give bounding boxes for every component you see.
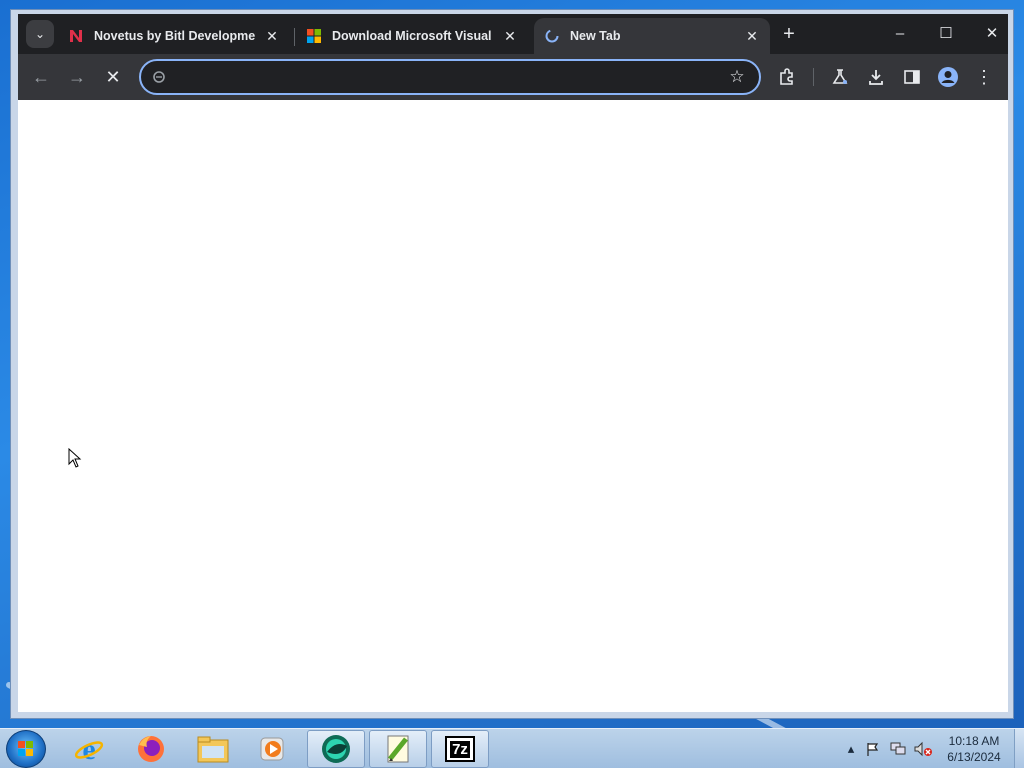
- side-panel-button[interactable]: [901, 66, 923, 88]
- bookmark-star-icon[interactable]: ☆: [727, 67, 747, 87]
- side-panel-icon: [904, 70, 920, 84]
- menu-button[interactable]: ⋮: [973, 66, 995, 88]
- new-tab-button[interactable]: +: [778, 24, 800, 44]
- notepad-plus-plus-icon: [387, 735, 409, 763]
- arrow-left-icon: ←: [32, 67, 50, 87]
- flask-icon: [832, 69, 848, 84]
- taskbar-windows-explorer[interactable]: [184, 730, 242, 768]
- 7zip-icon: 7z: [445, 736, 475, 762]
- show-desktop-button[interactable]: [1014, 729, 1024, 768]
- 7zip-label: 7z: [450, 740, 470, 758]
- minimize-button[interactable]: –: [880, 20, 920, 48]
- close-tab-icon[interactable]: ✕: [744, 28, 760, 45]
- taskbar-chrome-app[interactable]: [307, 730, 365, 768]
- taskbar-7zip[interactable]: 7z: [431, 730, 489, 768]
- firefox-icon: [138, 736, 164, 762]
- page-content[interactable]: [18, 100, 1008, 712]
- browser-toolbar: ← → ✕ ☆ ⋮: [18, 54, 1008, 100]
- chevron-down-icon: ⌄: [34, 27, 46, 41]
- close-window-button[interactable]: ✕: [972, 20, 1012, 48]
- tab-strip: ⌄ Novetus by Bitl Development ✕ Download…: [18, 14, 1008, 54]
- tab-separator: [294, 28, 295, 46]
- address-input[interactable]: [175, 67, 715, 87]
- system-clock[interactable]: 10:18 AM 6/13/2024: [938, 733, 1010, 765]
- browser-window: ⌄ Novetus by Bitl Development ✕ Download…: [10, 9, 1014, 719]
- maximize-button[interactable]: ☐: [926, 20, 966, 48]
- svg-text:e: e: [82, 733, 95, 765]
- downloads-button[interactable]: [865, 66, 887, 88]
- forward-button[interactable]: →: [64, 64, 90, 90]
- page-icon: [153, 71, 165, 83]
- taskbar: e 7z ▴ 10:18 AM 6/13/2024: [0, 728, 1024, 768]
- folder-icon: [197, 736, 229, 763]
- puzzle-icon: [780, 68, 793, 85]
- close-tab-icon[interactable]: ✕: [264, 28, 280, 45]
- app-globe-icon: [322, 735, 350, 763]
- more-vertical-icon: ⋮: [975, 67, 993, 87]
- tab-title: Novetus by Bitl Development: [94, 29, 256, 43]
- close-icon: ✕: [105, 67, 121, 87]
- novetus-n-icon: [68, 28, 84, 44]
- network-icon[interactable]: [888, 737, 908, 761]
- volume-muted-icon[interactable]: [912, 737, 934, 761]
- media-player-icon: [260, 737, 284, 761]
- tab-title: New Tab: [570, 29, 621, 43]
- microsoft-logo-icon: [306, 28, 322, 44]
- taskbar-notepad-plus-plus[interactable]: [369, 730, 427, 768]
- back-button[interactable]: ←: [28, 64, 54, 90]
- tab-msvc[interactable]: Download Microsoft Visual C++ ✕: [296, 18, 528, 54]
- loading-spinner-icon: [544, 28, 560, 44]
- show-hidden-icons-button[interactable]: ▴: [844, 737, 858, 761]
- start-button[interactable]: [6, 730, 46, 768]
- browser-chrome: ⌄ Novetus by Bitl Development ✕ Download…: [18, 14, 1008, 100]
- tab-novetus[interactable]: Novetus by Bitl Development ✕: [58, 18, 290, 54]
- tab-search-button[interactable]: ⌄: [26, 20, 54, 48]
- clock-date: 6/13/2024: [947, 750, 1001, 764]
- avatar-icon: [938, 67, 958, 87]
- profile-button[interactable]: [937, 66, 959, 88]
- action-center-flag-icon[interactable]: [864, 737, 882, 761]
- tab-title: Download Microsoft Visual C++: [332, 29, 494, 43]
- taskbar-windows-media-player[interactable]: [244, 730, 302, 768]
- arrow-right-icon: →: [68, 67, 86, 87]
- toolbar-separator: [813, 68, 814, 86]
- labs-button[interactable]: [829, 66, 851, 88]
- windows-logo-icon: [18, 741, 33, 756]
- taskbar-firefox[interactable]: [122, 730, 180, 768]
- tab-new-tab[interactable]: New Tab ✕: [534, 18, 770, 54]
- address-bar[interactable]: ☆: [139, 59, 761, 95]
- mouse-cursor-icon: [68, 448, 82, 468]
- stop-loading-button[interactable]: ✕: [100, 64, 126, 90]
- extensions-button[interactable]: [776, 66, 798, 88]
- taskbar-internet-explorer[interactable]: e: [60, 730, 118, 768]
- download-icon: [869, 70, 883, 85]
- close-tab-icon[interactable]: ✕: [502, 28, 518, 45]
- internet-explorer-icon: e: [74, 733, 104, 765]
- clock-time: 10:18 AM: [948, 734, 1000, 748]
